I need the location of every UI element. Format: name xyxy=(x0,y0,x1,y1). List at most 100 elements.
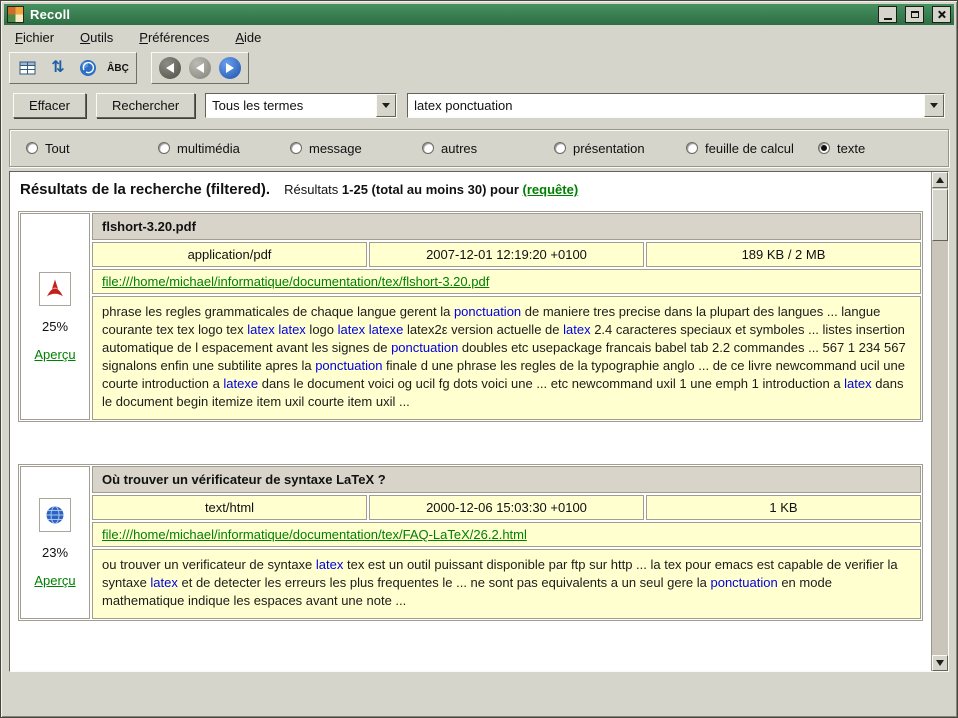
filter-label: feuille de calcul xyxy=(705,141,794,156)
abc-glyph: ÂBÇ xyxy=(107,63,129,74)
search-mode-value: Tous les termes xyxy=(206,98,376,113)
result-date: 2000-12-06 15:03:30 +0100 xyxy=(369,495,644,520)
query-history-chevron-icon[interactable] xyxy=(924,94,944,117)
search-input[interactable] xyxy=(408,98,924,113)
result-meta-row: application/pdf2007-12-01 12:19:20 +0100… xyxy=(92,242,921,267)
result-item: 23% Aperçu Où trouver un vérificateur de s… xyxy=(18,464,923,621)
scroll-up-icon[interactable] xyxy=(932,172,948,188)
search-mode-combobox[interactable]: Tous les termes xyxy=(205,93,397,118)
results-list: 25%Aperçuflshort-3.20.pdfapplication/pdf… xyxy=(18,211,923,621)
filter-presentation[interactable]: présentation xyxy=(554,141,686,156)
table-glyph xyxy=(19,60,37,76)
result-detail: Où trouver un vérificateur de syntaxe La… xyxy=(92,466,921,619)
results-area: Résultats de la recherche (filtered). Ré… xyxy=(9,171,949,672)
result-meta-row: text/html2000-12-06 15:03:30 +01001 KB xyxy=(92,495,921,520)
radio-icon xyxy=(686,142,698,154)
filter-feuille-de-calcul[interactable]: feuille de calcul xyxy=(686,141,818,156)
toolbar-group-tools: ⇅ ÂBÇ xyxy=(9,52,137,84)
preview-link[interactable]: Aperçu xyxy=(34,347,75,362)
search-row: Effacer Rechercher Tous les termes xyxy=(1,86,957,124)
minimize-icon xyxy=(884,18,892,20)
filter-multimedia[interactable]: multimédia xyxy=(158,141,290,156)
result-title: flshort-3.20.pdf xyxy=(92,213,921,240)
radio-icon xyxy=(158,142,170,154)
result-item: 25%Aperçuflshort-3.20.pdfapplication/pdf… xyxy=(18,211,923,422)
result-url-row: file:///home/michael/informatique/docume… xyxy=(92,269,921,294)
html-file-icon[interactable] xyxy=(39,498,71,532)
updown-arrows-glyph: ⇅ xyxy=(51,60,64,76)
result-size: 189 KB / 2 MB xyxy=(646,242,921,267)
filter-label: autres xyxy=(441,141,477,156)
nav-first-icon[interactable] xyxy=(157,55,183,81)
minimize-button[interactable] xyxy=(878,6,897,23)
term-explorer-icon[interactable]: ÂBÇ xyxy=(105,55,131,81)
results-summary: Résultats 1-25 (total au moins 30) pour … xyxy=(284,182,578,197)
circle-back-glyph xyxy=(159,57,181,79)
maximize-icon xyxy=(911,11,919,18)
results-summary-prefix: Résultats xyxy=(284,182,338,197)
radio-icon xyxy=(422,142,434,154)
result-url-link[interactable]: file:///home/michael/informatique/docume… xyxy=(102,274,489,289)
radio-icon xyxy=(290,142,302,154)
sort-arrows-icon[interactable]: ⇅ xyxy=(45,55,71,81)
result-abstract: phrase les regles grammaticales de chaqu… xyxy=(92,296,921,420)
vertical-scrollbar[interactable] xyxy=(931,172,948,671)
chevron-down-icon[interactable] xyxy=(376,94,396,117)
filter-tout[interactable]: Tout xyxy=(26,141,158,156)
result-mime: text/html xyxy=(92,495,367,520)
filter-label: multimédia xyxy=(177,141,240,156)
menu-aide[interactable]: Aide xyxy=(233,28,263,47)
circle-prev-glyph xyxy=(189,57,211,79)
result-side-panel: 25%Aperçu xyxy=(20,213,90,420)
menubar: Fichier Outils Préférences Aide xyxy=(1,25,957,50)
filter-texte[interactable]: texte xyxy=(818,141,865,156)
menu-outils[interactable]: Outils xyxy=(78,28,115,47)
menu-fichier[interactable]: Fichier xyxy=(13,28,56,47)
close-icon xyxy=(937,10,946,19)
result-title: Où trouver un vérificateur de syntaxe La… xyxy=(92,466,921,493)
result-abstract: ou trouver un verificateur de syntaxe la… xyxy=(92,549,921,619)
filter-label: Tout xyxy=(45,141,70,156)
search-button[interactable]: Rechercher xyxy=(96,93,195,118)
relevance-percent: 23% xyxy=(42,545,68,560)
result-url-row: file:///home/michael/informatique/docume… xyxy=(92,522,921,547)
radio-icon xyxy=(26,142,38,154)
history-icon[interactable] xyxy=(75,55,101,81)
query-link[interactable]: (requête) xyxy=(523,182,579,197)
results-content: Résultats de la recherche (filtered). Ré… xyxy=(10,172,931,671)
filter-message[interactable]: message xyxy=(290,141,422,156)
scroll-down-icon[interactable] xyxy=(932,655,948,671)
results-title: Résultats de la recherche (filtered). xyxy=(20,181,270,198)
radio-icon xyxy=(554,142,566,154)
result-size: 1 KB xyxy=(646,495,921,520)
filter-label: présentation xyxy=(573,141,645,156)
recoll-app-icon xyxy=(7,6,24,23)
clear-table-icon[interactable] xyxy=(15,55,41,81)
results-summary-range: 1-25 (total au moins 30) pour xyxy=(342,182,519,197)
menu-preferences[interactable]: Préférences xyxy=(137,28,211,47)
result-side-panel: 23% Aperçu xyxy=(20,466,90,619)
circle-next-glyph xyxy=(219,57,241,79)
preview-link[interactable]: Aperçu xyxy=(34,573,75,588)
result-mime: application/pdf xyxy=(92,242,367,267)
scrollbar-thumb[interactable] xyxy=(932,189,948,241)
radio-icon xyxy=(818,142,830,154)
query-combobox xyxy=(407,93,945,118)
filter-label: message xyxy=(309,141,362,156)
result-url-link[interactable]: file:///home/michael/informatique/docume… xyxy=(102,527,527,542)
maximize-button[interactable] xyxy=(905,6,924,23)
result-detail: flshort-3.20.pdfapplication/pdf2007-12-0… xyxy=(92,213,921,420)
filter-autres[interactable]: autres xyxy=(422,141,554,156)
toolbar: ⇅ ÂBÇ xyxy=(1,50,957,86)
recoll-window: Recoll Fichier Outils Préférences Aide ⇅ ÂB… xyxy=(0,0,958,718)
titlebar: Recoll xyxy=(4,4,954,25)
clear-button[interactable]: Effacer xyxy=(13,93,86,118)
pdf-file-icon[interactable] xyxy=(39,272,71,306)
window-title: Recoll xyxy=(30,7,870,22)
blue-ball-glyph xyxy=(78,58,98,78)
close-button[interactable] xyxy=(932,6,951,23)
toolbar-group-navigation xyxy=(151,52,249,84)
result-date: 2007-12-01 12:19:20 +0100 xyxy=(369,242,644,267)
nav-next-icon[interactable] xyxy=(217,55,243,81)
nav-prev-icon[interactable] xyxy=(187,55,213,81)
